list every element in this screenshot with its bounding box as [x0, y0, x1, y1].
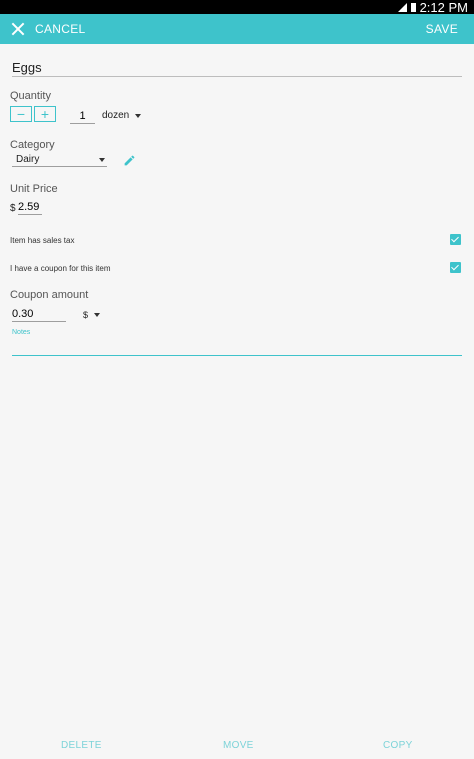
coupon-toggle-label: I have a coupon for this item — [10, 264, 111, 273]
currency-symbol: $ — [10, 203, 16, 214]
category-label: Category — [10, 139, 55, 151]
category-dropdown[interactable]: Dairy — [12, 153, 107, 167]
chevron-down-icon — [99, 157, 105, 162]
battery-icon — [410, 2, 416, 12]
status-time: 2:12 PM — [419, 0, 468, 15]
cancel-button[interactable]: CANCEL — [10, 21, 85, 37]
move-button[interactable]: MOVE — [223, 740, 254, 751]
app-toolbar: CANCEL SAVE — [0, 14, 474, 44]
delete-button[interactable]: DELETE — [61, 740, 102, 751]
coupon-type-dropdown[interactable]: $ — [83, 310, 101, 320]
coupon-amount-input[interactable] — [12, 307, 66, 322]
category-value: Dairy — [16, 154, 40, 165]
cancel-label: CANCEL — [35, 22, 86, 36]
unit-price-label: Unit Price — [10, 183, 58, 195]
signal-icon — [397, 2, 407, 12]
quantity-label: Quantity — [10, 90, 51, 102]
chevron-down-icon — [135, 113, 142, 118]
notes-input[interactable] — [12, 355, 462, 356]
chevron-down-icon — [94, 313, 101, 317]
coupon-amount-label: Coupon amount — [10, 289, 89, 301]
coupon-checkbox[interactable] — [450, 262, 461, 273]
item-name-input[interactable] — [12, 58, 462, 77]
edit-pencil-icon[interactable] — [123, 154, 136, 167]
unit-value: dozen — [102, 110, 130, 121]
copy-button[interactable]: COPY — [383, 740, 413, 751]
quantity-stepper: − + — [10, 106, 56, 122]
sales-tax-checkbox[interactable] — [450, 234, 461, 245]
unit-price-input[interactable] — [18, 200, 42, 215]
close-icon — [10, 21, 26, 37]
sales-tax-label: Item has sales tax — [10, 236, 75, 245]
coupon-type-value: $ — [83, 310, 89, 320]
decrement-button[interactable]: − — [10, 106, 32, 122]
notes-label: Notes — [12, 329, 31, 336]
status-bar: 2:12 PM — [0, 0, 474, 15]
unit-dropdown[interactable]: dozen — [102, 110, 142, 121]
increment-button[interactable]: + — [34, 106, 56, 122]
quantity-input[interactable] — [70, 108, 95, 124]
save-button[interactable]: SAVE — [426, 22, 458, 36]
bottom-action-bar: DELETE MOVE COPY — [0, 736, 474, 754]
